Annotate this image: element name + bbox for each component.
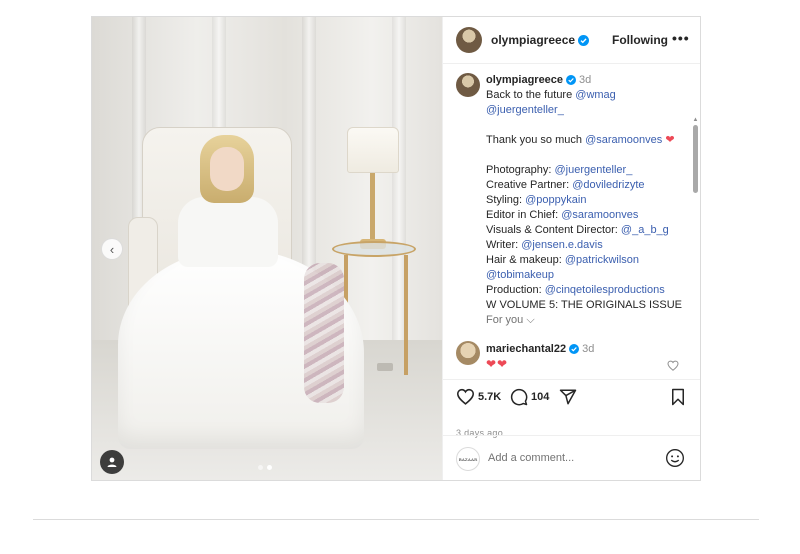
caption-author-avatar[interactable] bbox=[456, 73, 480, 97]
commenter-avatar[interactable] bbox=[456, 341, 480, 365]
scroll-up-arrow[interactable]: ▲ bbox=[692, 117, 699, 123]
caption-line: Writer: @jensen.e.davis bbox=[486, 238, 696, 253]
mention-link[interactable]: @jensen.e.davis bbox=[521, 239, 603, 251]
comment-text: ❤❤ bbox=[486, 357, 509, 371]
mention-link[interactable]: @saramoonves bbox=[585, 134, 662, 146]
mention-link[interactable]: @tobimakeup bbox=[486, 269, 554, 281]
like-count: 5.7K bbox=[478, 390, 502, 403]
carousel-indicator bbox=[258, 465, 272, 470]
comment-time: 3d bbox=[582, 343, 595, 355]
for-you-toggle[interactable]: For you ⌵ bbox=[486, 314, 535, 327]
previous-slide-button[interactable]: ‹ bbox=[101, 238, 123, 260]
caption-line: @juergenteller_ bbox=[486, 103, 696, 118]
chevron-down-icon: ⌵ bbox=[526, 314, 535, 326]
verified-badge-icon bbox=[578, 35, 590, 46]
user-tag-icon bbox=[107, 457, 117, 467]
caption-text-segment: Creative Partner: bbox=[486, 179, 573, 191]
caption-text-segment: Production: bbox=[486, 284, 545, 296]
mention-link[interactable]: @doviledrizyte bbox=[572, 179, 644, 191]
tagged-users-button[interactable] bbox=[100, 450, 124, 474]
caption-line: Hair & makeup: @patrickwilson bbox=[486, 253, 696, 268]
mention-link[interactable]: @poppykain bbox=[525, 194, 586, 206]
caption-text-segment: Photography: bbox=[486, 164, 555, 176]
caption-line: W VOLUME 5: THE ORIGINALS ISSUE bbox=[486, 298, 696, 313]
caption-line: Production: @cinqetoilesproductions bbox=[486, 283, 696, 298]
caption-time: 3d bbox=[579, 74, 592, 86]
post-actions: 5.7K 104 3 days ago bbox=[443, 379, 700, 438]
author-username[interactable]: olympiagreece bbox=[491, 33, 590, 47]
following-button[interactable]: Following bbox=[612, 33, 668, 47]
mention-link[interactable]: @_a_b_g bbox=[621, 224, 669, 236]
comment-button[interactable]: 104 bbox=[510, 388, 549, 406]
caption-line: Styling: @poppykain bbox=[486, 193, 696, 208]
scrollbar-thumb[interactable] bbox=[693, 125, 698, 193]
caption-line: Thank you so much @saramoonves ❤ bbox=[486, 133, 696, 148]
caption-scroll-area[interactable]: olympiagreece 3d Back to the future @wmag… bbox=[443, 65, 700, 379]
caption-text-segment: Styling: bbox=[486, 194, 526, 206]
mention-link[interactable]: @cinqetoilesproductions bbox=[545, 284, 665, 296]
bookmark-icon bbox=[672, 388, 684, 406]
caption-line: Editor in Chief: @saramoonves bbox=[486, 208, 696, 223]
comment-icon bbox=[510, 388, 528, 406]
caption-text-segment: Back to the future bbox=[486, 89, 576, 101]
caption-scrollbar[interactable]: ▲ ▼ bbox=[692, 117, 699, 379]
add-comment-bar: BAZAAR bbox=[443, 435, 700, 480]
current-user-avatar: BAZAAR bbox=[456, 447, 480, 471]
author-avatar[interactable] bbox=[456, 27, 482, 53]
caption-text-segment: Hair & makeup: bbox=[486, 254, 565, 266]
post-sidebar: olympiagreece Following ••• olympiagreec… bbox=[442, 17, 700, 480]
mention-link[interactable]: @patrickwilson bbox=[565, 254, 639, 266]
heart-outline-icon bbox=[456, 388, 475, 405]
post-dialog: ‹ olympiagreece Following ••• olympiagre… bbox=[91, 16, 701, 481]
heart-emoji: ❤ bbox=[662, 134, 675, 146]
caption-text-segment: Visuals & Content Director: bbox=[486, 224, 621, 236]
verified-badge-icon bbox=[566, 75, 577, 85]
add-comment-input[interactable] bbox=[488, 448, 658, 468]
mention-link[interactable]: @saramoonves bbox=[561, 209, 638, 221]
post-photo: ‹ bbox=[92, 17, 442, 480]
chevron-left-icon: ‹ bbox=[109, 241, 115, 257]
caption-text-segment: Editor in Chief: bbox=[486, 209, 562, 221]
mention-link[interactable]: @juergenteller_ bbox=[486, 104, 564, 116]
verified-badge-icon bbox=[569, 344, 580, 354]
caption-line: Back to the future @wmag bbox=[486, 88, 696, 103]
share-icon bbox=[559, 389, 577, 405]
caption-text: Back to the future @wmag @juergenteller_ T… bbox=[486, 88, 696, 313]
caption-text-segment: Writer: bbox=[486, 239, 522, 251]
mention-link[interactable]: @juergenteller_ bbox=[555, 164, 633, 176]
comment-like-icon[interactable] bbox=[667, 360, 679, 371]
mention-link[interactable]: @wmag bbox=[575, 89, 616, 101]
caption-text-segment: W VOLUME 5: THE ORIGINALS ISSUE bbox=[486, 299, 683, 311]
carousel-dot bbox=[258, 465, 263, 470]
caption-line: Creative Partner: @doviledrizyte bbox=[486, 178, 696, 193]
commenter-username[interactable]: mariechantal22 bbox=[486, 343, 566, 355]
like-button[interactable]: 5.7K bbox=[456, 388, 501, 405]
comment-count: 104 bbox=[531, 391, 550, 403]
more-options-icon[interactable]: ••• bbox=[672, 30, 690, 46]
page-divider bbox=[33, 519, 759, 520]
caption-username[interactable]: olympiagreece bbox=[486, 74, 563, 86]
save-button[interactable] bbox=[670, 388, 686, 406]
caption-line: Photography: @juergenteller_ bbox=[486, 163, 696, 178]
caption-line: @tobimakeup bbox=[486, 268, 696, 283]
share-button[interactable] bbox=[559, 388, 577, 406]
caption-text-segment: Thank you so much bbox=[486, 134, 586, 146]
emoji-icon[interactable] bbox=[665, 448, 685, 468]
caption-line: Visuals & Content Director: @_a_b_g bbox=[486, 223, 696, 238]
post-header: olympiagreece Following ••• bbox=[443, 17, 700, 64]
carousel-dot-active bbox=[267, 465, 272, 470]
